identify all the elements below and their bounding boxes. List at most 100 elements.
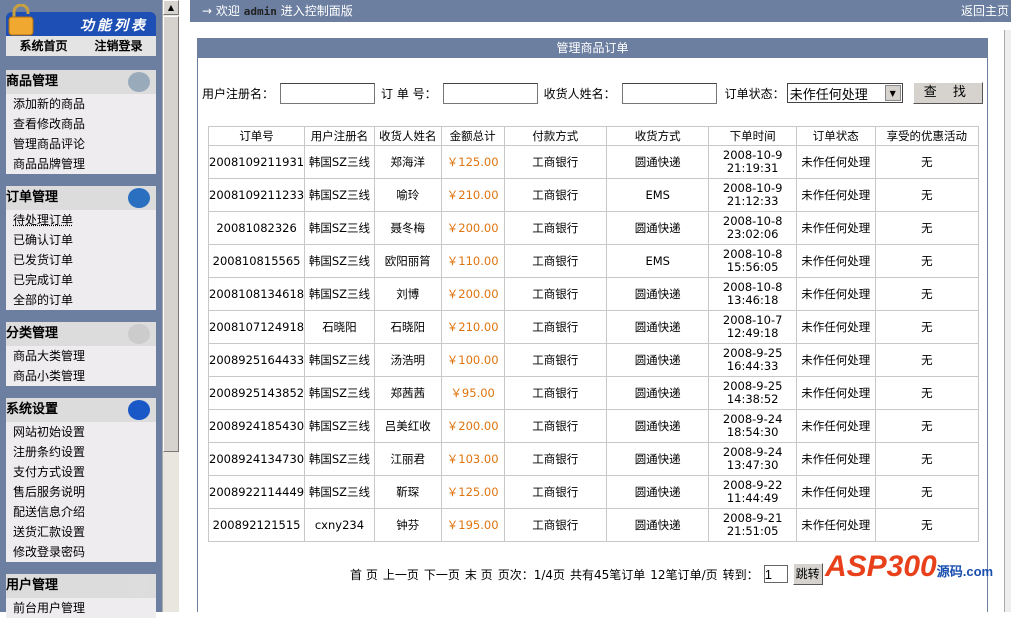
logout-link[interactable]: 注销登录 <box>94 36 142 56</box>
sidebar-section-title: 订单管理 <box>6 186 156 210</box>
table-row[interactable]: 200892121515 cxny234 钟芬 ￥195.00 工商银行 圆通快… <box>207 508 980 542</box>
sidebar-item[interactable]: 注册条约设置 <box>6 442 156 462</box>
promotion: 无 <box>874 277 980 311</box>
order-number[interactable]: 2008107124918 <box>207 310 306 344</box>
sidebar-item[interactable]: 商品小类管理 <box>6 366 156 386</box>
scroll-thumb[interactable] <box>163 16 179 452</box>
receiver: 江丽君 <box>373 442 442 476</box>
amount: ￥200.00 <box>440 211 505 245</box>
order-number[interactable]: 200892121515 <box>207 508 306 542</box>
order-clock: 12:49:18 <box>726 326 779 340</box>
chevron-down-icon[interactable]: ▼ <box>884 85 901 101</box>
sidebar-item[interactable]: 待处理订单 <box>6 210 156 230</box>
order-number[interactable]: 2008109211233 <box>207 178 306 212</box>
sidebar-item[interactable]: 商品品牌管理 <box>6 154 156 174</box>
order-time: 2008-9-24 13:47:30 <box>708 442 797 476</box>
total-orders: 共有45笔订单 <box>570 567 646 582</box>
top-bar: → 欢迎 admin 进入控制面版 返回主页 <box>190 0 1011 22</box>
order-clock: 21:51:05 <box>726 524 779 538</box>
shipping-method: EMS <box>605 178 710 212</box>
promotion: 无 <box>874 178 980 212</box>
next-page-link[interactable]: 下一页 <box>424 566 460 583</box>
table-row[interactable]: 2008107124918 石晓阳 石晓阳 ￥210.00 工商银行 圆通快递 … <box>207 310 980 344</box>
goto-page-input[interactable] <box>763 565 788 583</box>
order-date: 2008-9-25 <box>722 346 783 360</box>
orders-panel: 管理商品订单 用户注册名： 订 单 号： 收货人姓名： 订单状态： 未作任何处理… <box>197 38 988 612</box>
table-row[interactable]: 20081082326 韩国SZ三线 聂冬梅 ￥200.00 工商银行 圆通快递… <box>207 211 980 245</box>
status-select[interactable]: 未作任何处理 ▼ <box>786 83 903 103</box>
sidebar-item[interactable]: 商品大类管理 <box>6 346 156 366</box>
return-home-link[interactable]: 返回主页 <box>961 0 1009 22</box>
order-number[interactable]: 20081082326 <box>207 211 306 245</box>
amount: ￥95.00 <box>440 376 505 410</box>
table-row[interactable]: 2008924185430 韩国SZ三线 吕美红收 ￥200.00 工商银行 圆… <box>207 409 980 443</box>
goto-label: 转到： <box>722 567 759 582</box>
receiver: 喻玲 <box>373 178 442 212</box>
order-number[interactable]: 2008924185430 <box>207 409 306 443</box>
sidebar-item[interactable]: 修改登录密码 <box>6 542 156 562</box>
order-number[interactable]: 2008108134618 <box>207 277 306 311</box>
table-row[interactable]: 2008925164433 韩国SZ三线 汤浩明 ￥100.00 工商银行 圆通… <box>207 343 980 377</box>
order-number[interactable]: 2008924134730 <box>207 442 306 476</box>
sidebar-item[interactable]: 前台用户管理 <box>6 598 156 618</box>
promotion: 无 <box>874 376 980 410</box>
username: 韩国SZ三线 <box>304 343 375 377</box>
sidebar-item[interactable]: 售后服务说明 <box>6 482 156 502</box>
order-number[interactable]: 200810815565 <box>207 244 306 278</box>
sidebar-item[interactable]: 管理商品评论 <box>6 134 156 154</box>
table-row[interactable]: 200810815565 韩国SZ三线 欧阳丽筲 ￥110.00 工商银行 EM… <box>207 244 980 278</box>
order-status: 未作任何处理 <box>795 178 876 212</box>
table-row[interactable]: 2008109211233 韩国SZ三线 喻玲 ￥210.00 工商银行 EMS… <box>207 178 980 212</box>
payment-method: 工商银行 <box>503 310 607 344</box>
username-input[interactable] <box>280 82 376 104</box>
last-page-link[interactable]: 末 页 <box>465 566 493 583</box>
goto-button[interactable]: 跳转 <box>792 563 823 585</box>
sidebar-item[interactable]: 已发货订单 <box>6 250 156 270</box>
order-date: 2008-9-24 <box>722 445 783 459</box>
system-home-link[interactable]: 系统首页 <box>19 36 67 56</box>
first-page-link[interactable]: 首 页 <box>350 566 378 583</box>
prev-page-link[interactable]: 上一页 <box>383 566 419 583</box>
sidebar-scrollbar[interactable]: ▲ <box>162 0 179 612</box>
sidebar-item[interactable]: 添加新的商品 <box>6 94 156 114</box>
order-time: 2008-9-24 18:54:30 <box>708 409 797 443</box>
receiver: 郑海洋 <box>373 145 442 179</box>
main-scrollbar[interactable] <box>1004 30 1011 612</box>
order-status: 未作任何处理 <box>795 244 876 278</box>
order-time: 2008-9-21 21:51:05 <box>708 508 797 542</box>
table-row[interactable]: 2008109211931 韩国SZ三线 郑海洋 ￥125.00 工商银行 圆通… <box>207 145 980 179</box>
table-row[interactable]: 2008922114449 韩国SZ三线 靳琛 ￥125.00 工商银行 圆通快… <box>207 475 980 509</box>
scroll-up-icon[interactable]: ▲ <box>163 0 179 15</box>
username: 韩国SZ三线 <box>304 145 375 179</box>
sidebar-item[interactable]: 全部的订单 <box>6 290 156 310</box>
order-number[interactable]: 2008109211931 <box>207 145 306 179</box>
sidebar-item[interactable]: 配送信息介绍 <box>6 502 156 522</box>
order-number[interactable]: 2008922114449 <box>207 475 306 509</box>
shipping-method: 圆通快递 <box>605 508 710 542</box>
amount: ￥100.00 <box>440 343 505 377</box>
search-button[interactable]: 查 找 <box>912 82 983 104</box>
sidebar-item[interactable]: 已完成订单 <box>6 270 156 290</box>
receiver: 汤浩明 <box>373 343 442 377</box>
payment-method: 工商银行 <box>503 343 607 377</box>
sidebar-item[interactable]: 已确认订单 <box>6 230 156 250</box>
order-number[interactable]: 2008925164433 <box>207 343 306 377</box>
sidebar-item[interactable]: 查看修改商品 <box>6 114 156 134</box>
sidebar-item[interactable]: 网站初始设置 <box>6 422 156 442</box>
table-row[interactable]: 2008108134618 韩国SZ三线 刘博 ￥200.00 工商银行 圆通快… <box>207 277 980 311</box>
receiver-input[interactable] <box>621 82 717 104</box>
order-number[interactable]: 2008925143852 <box>207 376 306 410</box>
sidebar-item[interactable]: 送货汇款设置 <box>6 522 156 542</box>
table-row[interactable]: 2008925143852 韩国SZ三线 郑茜茜 ￥95.00 工商银行 圆通快… <box>207 376 980 410</box>
order-date: 2008-10-8 <box>722 247 783 261</box>
order-status: 未作任何处理 <box>795 409 876 443</box>
order-number-input[interactable] <box>442 82 538 104</box>
column-header: 订单号 <box>207 126 306 146</box>
shipping-method: EMS <box>605 244 710 278</box>
username-label: 用户注册名： <box>202 86 275 101</box>
payment-method: 工商银行 <box>503 145 607 179</box>
sidebar-item[interactable]: 支付方式设置 <box>6 462 156 482</box>
shipping-method: 圆通快递 <box>605 409 710 443</box>
table-row[interactable]: 2008924134730 韩国SZ三线 江丽君 ￥103.00 工商银行 圆通… <box>207 442 980 476</box>
receiver: 郑茜茜 <box>373 376 442 410</box>
